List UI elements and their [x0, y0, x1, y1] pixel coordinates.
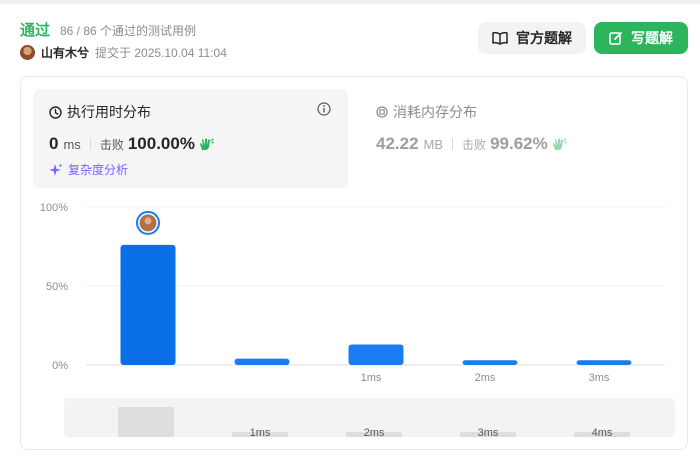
navigator-label: 2ms: [364, 427, 385, 439]
chart-bar[interactable]: [462, 360, 518, 365]
navigator-label: 3ms: [478, 427, 499, 439]
y-tick-label: 0%: [52, 360, 68, 372]
y-tick-label: 50%: [46, 281, 68, 293]
x-tick-label: 3ms: [589, 372, 610, 384]
user-marker-face: [144, 217, 152, 225]
navigator-bar: [118, 407, 174, 437]
x-tick-label: 2ms: [475, 372, 496, 384]
runtime-distribution-chart: 100%50%0%1ms2ms3ms4ms1ms2ms3ms4ms: [40, 202, 665, 439]
navigator-label: 4ms: [592, 427, 613, 439]
chart-bar[interactable]: [348, 344, 404, 365]
x-tick-label: 1ms: [361, 372, 382, 384]
y-tick-label: 100%: [40, 202, 68, 214]
navigator-label: 1ms: [250, 427, 271, 439]
chart-bar[interactable]: [576, 360, 632, 365]
chart-bar[interactable]: [120, 244, 176, 365]
chart-bar[interactable]: [234, 358, 290, 365]
